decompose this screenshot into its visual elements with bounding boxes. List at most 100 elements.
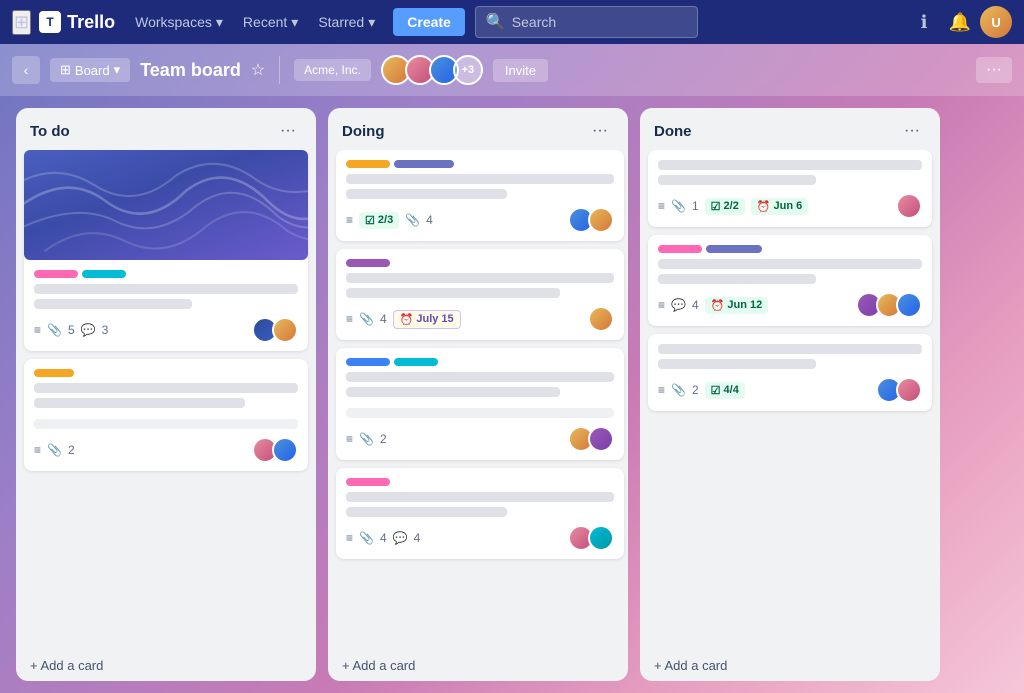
starred-menu[interactable]: Starred ▾ — [310, 10, 383, 35]
list-icon: ≡ — [346, 432, 353, 446]
column-doing-menu[interactable]: ··· — [586, 120, 614, 142]
comment-count: 3 — [102, 323, 109, 337]
check-badge: ☑ 4/4 — [705, 382, 745, 399]
card-title-line — [658, 160, 922, 170]
label-pink — [346, 478, 390, 486]
label-violet — [346, 259, 390, 267]
list-icon: ≡ — [658, 298, 665, 312]
card-doing-3[interactable]: ≡ 📎 2 — [336, 348, 624, 460]
clip-icon: 📎 — [359, 312, 374, 326]
card-meta: ≡ 📎 2 — [346, 426, 614, 452]
label-orange — [346, 160, 390, 168]
clip-icon: 📎 — [359, 432, 374, 446]
card-avatars — [252, 317, 298, 343]
grid-icon[interactable]: ⊞ — [12, 10, 31, 35]
column-doing: Doing ··· ≡ ☑ 2/3 📎 4 — [328, 108, 628, 681]
comment-icon: 💬 — [393, 531, 408, 545]
card-title-line — [346, 372, 614, 382]
column-todo-menu[interactable]: ··· — [274, 120, 302, 142]
card-done-1[interactable]: ≡ 📎 1 ☑ 2/2 ⏰ Jun 6 — [648, 150, 932, 227]
clock-icon: ⏰ — [757, 200, 771, 213]
add-card-button-todo[interactable]: + Add a card — [16, 650, 316, 681]
label-cyan — [82, 270, 126, 278]
label-pink — [658, 245, 702, 253]
check-badge: ☑ 2/3 — [359, 212, 399, 229]
workspaces-menu[interactable]: Workspaces ▾ — [127, 10, 231, 35]
column-todo-title: To do — [30, 123, 70, 140]
card-title-line — [346, 189, 507, 199]
column-doing-title: Doing — [342, 123, 385, 140]
notifications-button[interactable]: 🔔 — [944, 6, 976, 38]
add-card-button-done[interactable]: + Add a card — [640, 650, 940, 681]
avatar — [588, 306, 614, 332]
card-title-line — [34, 299, 192, 309]
column-done-header: Done ··· — [640, 108, 940, 150]
column-done-menu[interactable]: ··· — [898, 120, 926, 142]
card-labels — [346, 259, 614, 267]
card-done-3[interactable]: ≡ 📎 2 ☑ 4/4 — [648, 334, 932, 411]
clock-icon: ⏰ — [400, 313, 414, 326]
card-todo-2[interactable]: ≡ 📎 2 — [24, 359, 308, 471]
card-meta: ≡ 📎 2 ☑ 4/4 — [658, 377, 922, 403]
list-icon: ≡ — [346, 531, 353, 545]
card-title-line — [658, 359, 816, 369]
card-avatars — [568, 426, 614, 452]
avatar — [896, 377, 922, 403]
list-icon: ≡ — [34, 323, 41, 337]
create-button[interactable]: Create — [393, 8, 465, 36]
user-avatar[interactable]: U — [980, 6, 1012, 38]
avatar — [588, 207, 614, 233]
search-icon: 🔍 — [486, 12, 506, 32]
card-title-line — [34, 398, 245, 408]
label-yellow — [34, 369, 74, 377]
card-title-line — [346, 507, 507, 517]
card-title-line — [346, 273, 614, 283]
check-count: 2/2 — [724, 200, 739, 212]
star-button[interactable]: ☆ — [251, 60, 265, 80]
list-icon: ≡ — [346, 312, 353, 326]
card-doing-1[interactable]: ≡ ☑ 2/3 📎 4 — [336, 150, 624, 241]
card-labels — [346, 478, 614, 486]
invite-button[interactable]: Invite — [493, 59, 548, 82]
label-blue — [346, 358, 390, 366]
more-options-button[interactable]: ··· — [976, 57, 1012, 83]
comment-count: 4 — [692, 298, 699, 312]
avatar — [896, 193, 922, 219]
card-meta: ≡ ☑ 2/3 📎 4 — [346, 207, 614, 233]
card-doing-4[interactable]: ≡ 📎 4 💬 4 — [336, 468, 624, 559]
sidebar-toggle[interactable]: ‹ — [12, 56, 40, 84]
card-done-2[interactable]: ≡ 💬 4 ⏰ Jun 12 — [648, 235, 932, 326]
info-button[interactable]: ℹ — [908, 6, 940, 38]
clip-count: 2 — [692, 383, 699, 397]
card-meta: ≡ 📎 4 💬 4 — [346, 525, 614, 551]
card-title-line — [346, 387, 560, 397]
trello-logo-icon: T — [39, 11, 61, 33]
board-view-button[interactable]: ⊞ Board ▾ — [50, 58, 130, 82]
card-todo-1[interactable]: ≡ 📎 5 💬 3 — [24, 150, 308, 351]
card-avatars — [896, 193, 922, 219]
avatar — [272, 437, 298, 463]
clip-count: 4 — [380, 531, 387, 545]
card-title-line — [34, 383, 298, 393]
extra-members-count[interactable]: +3 — [453, 55, 483, 85]
search-input[interactable] — [512, 14, 688, 30]
check-icon: ☑ — [365, 214, 375, 227]
page-title: Team board — [140, 60, 241, 81]
avatar — [272, 317, 298, 343]
clip-icon: 📎 — [47, 323, 62, 337]
add-card-button-doing[interactable]: + Add a card — [328, 650, 628, 681]
clip-icon: 📎 — [671, 199, 686, 213]
clip-count: 2 — [380, 432, 387, 446]
card-cover — [24, 150, 308, 260]
card-meta: ≡ 💬 4 ⏰ Jun 12 — [658, 292, 922, 318]
card-avatars — [568, 525, 614, 551]
recent-menu[interactable]: Recent ▾ — [235, 10, 306, 35]
comment-icon: 💬 — [81, 323, 96, 337]
date-badge: ⏰ July 15 — [393, 310, 461, 329]
column-done-title: Done — [654, 123, 692, 140]
clip-icon: 📎 — [671, 383, 686, 397]
column-doing-header: Doing ··· — [328, 108, 628, 150]
card-doing-2[interactable]: ≡ 📎 4 ⏰ July 15 — [336, 249, 624, 340]
card-title-line — [34, 419, 298, 429]
list-icon: ≡ — [658, 199, 665, 213]
